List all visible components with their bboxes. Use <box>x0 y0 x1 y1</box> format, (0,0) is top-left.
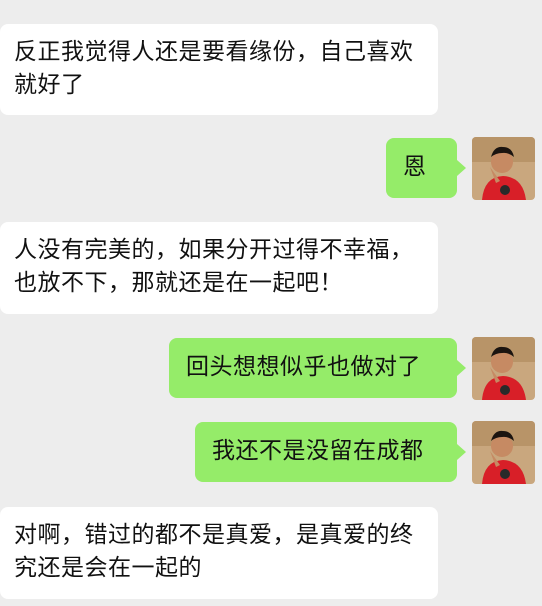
message-text: 回头想想似乎也做对了 <box>186 354 421 380</box>
user-avatar-icon[interactable] <box>472 137 535 200</box>
incoming-message-bubble[interactable]: 对啊，错过的都不是真爱，是真爱的终究还是会在一起的 <box>0 507 438 599</box>
message-text: 我还不是没留在成都 <box>212 438 424 464</box>
bubble-tail <box>457 160 466 176</box>
message-text: 恩 <box>403 154 427 180</box>
bubble-tail <box>457 360 466 376</box>
message-text: 对啊，错过的都不是真爱，是真爱的终究还是会在一起的 <box>14 522 414 581</box>
outgoing-message-bubble[interactable]: 回头想想似乎也做对了 <box>169 338 457 398</box>
incoming-message-bubble[interactable]: 反正我觉得人还是要看缘份，自己喜欢就好了 <box>0 24 438 115</box>
outgoing-message-bubble[interactable]: 我还不是没留在成都 <box>195 422 457 482</box>
user-avatar-icon[interactable] <box>472 337 535 400</box>
message-text: 人没有完美的，如果分开过得不幸福，也放不下，那就还是在一起吧！ <box>14 237 414 296</box>
incoming-message-bubble[interactable]: 人没有完美的，如果分开过得不幸福，也放不下，那就还是在一起吧！ <box>0 222 438 314</box>
user-avatar-icon[interactable] <box>472 421 535 484</box>
message-text: 反正我觉得人还是要看缘份，自己喜欢就好了 <box>14 39 414 98</box>
outgoing-message-bubble[interactable]: 恩 <box>386 138 457 198</box>
bubble-tail <box>457 444 466 460</box>
